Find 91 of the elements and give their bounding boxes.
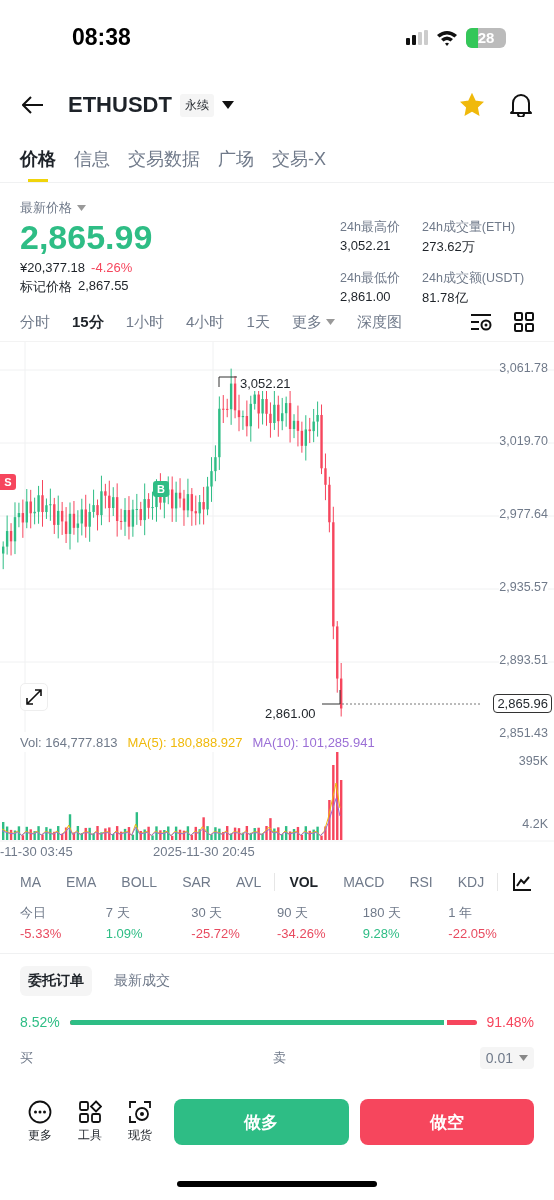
period-label: 今日 — [20, 904, 47, 922]
period-change: 9.28% — [362, 926, 401, 941]
toolbar-button[interactable]: 现货 — [128, 1100, 152, 1144]
toolbar-button[interactable]: 工具 — [78, 1100, 102, 1144]
price-change: -4.26% — [91, 260, 133, 275]
line-chart-icon[interactable] — [512, 872, 533, 892]
cny-price: ¥20,377.18 — [20, 260, 86, 275]
stat-label: 24h成交额(USDT) — [422, 270, 526, 287]
price-axis-label: 2,977.64 — [499, 507, 548, 521]
volume-axis-label: 4.2K — [522, 817, 548, 831]
period-change: -5.33% — [20, 926, 63, 941]
chart-settings-icon[interactable] — [470, 313, 492, 331]
price-axis-label: 2,935.57 — [499, 580, 548, 594]
indicator-tab[interactable]: VOL — [289, 874, 319, 890]
volume-legend-text: MA(10): 101,285.941 — [252, 734, 375, 750]
buy-ratio: 8.52% — [20, 1014, 60, 1030]
low-price-label: 2,861.00 — [264, 706, 317, 721]
interval-tab[interactable]: 4小时 — [186, 312, 225, 332]
precision-dropdown[interactable]: 0.01 — [479, 1047, 534, 1069]
volume-axis-label: 395K — [518, 754, 548, 768]
interval-tab[interactable]: 深度图 — [356, 312, 402, 332]
period-change: -22.05% — [448, 926, 498, 941]
page-tab[interactable]: 交易-X — [272, 135, 326, 182]
stat-value: 273.62万 — [422, 238, 476, 256]
status-time: 08:38 — [72, 24, 131, 51]
last-price: 2,865.99 — [20, 217, 154, 257]
period-change: -25.72% — [191, 926, 241, 941]
current-price-tag: 2,865.96 — [493, 694, 552, 713]
high-price-label: 3,052.21 — [239, 376, 292, 391]
stat-label: 24h最低价 — [340, 270, 401, 287]
stat-value: 3,052.21 — [340, 238, 392, 253]
star-icon[interactable] — [460, 93, 484, 117]
sell-column-header: 卖 — [273, 1049, 286, 1067]
period-label: 90 天 — [277, 904, 310, 922]
interval-tab[interactable]: 1小时 — [125, 312, 165, 332]
period-label: 180 天 — [362, 904, 402, 922]
indicator-tab[interactable]: MA — [20, 874, 41, 890]
wifi-icon — [436, 29, 458, 46]
time-axis-label: -11-30 03:45 — [0, 844, 73, 859]
bell-icon[interactable] — [510, 93, 532, 117]
period-label: 30 天 — [191, 904, 224, 922]
order-book-tab[interactable]: 最新成交 — [106, 966, 178, 996]
price-axis-label: 3,061.78 — [499, 361, 548, 375]
volume-legend-text: Vol: 164,777.813 — [20, 734, 118, 750]
signal-icon — [406, 29, 428, 46]
contract-badge: 永续 — [179, 93, 214, 117]
time-axis-label: 2025-11-30 20:45 — [153, 844, 255, 859]
high-leader-line — [218, 376, 238, 388]
indicator-tab[interactable]: MACD — [343, 874, 385, 890]
interval-tab[interactable]: 分时 — [20, 312, 50, 332]
page-tab[interactable]: 信息 — [74, 135, 110, 182]
volume-legend-text: MA(5): 180,888.927 — [127, 734, 243, 750]
indicator-tab[interactable]: SAR — [182, 874, 211, 890]
order-book-tab[interactable]: 委托订单 — [20, 966, 92, 996]
buy-marker: B — [153, 481, 169, 497]
battery-icon: 28 — [466, 27, 506, 48]
mark-price-label: 标记价格 — [20, 278, 72, 296]
sell-ratio: 91.48% — [486, 1014, 534, 1030]
period-change: -34.26% — [277, 926, 327, 941]
indicator-tab[interactable]: EMA — [66, 874, 97, 890]
interval-tab[interactable]: 15分 — [72, 312, 104, 332]
indicator-tab[interactable]: KDJ — [457, 874, 485, 890]
stat-label: 24h成交量(ETH) — [422, 219, 517, 236]
stat-value: 81.78亿 — [422, 289, 469, 307]
page-tab[interactable]: 价格 — [20, 135, 56, 182]
price-axis-label: 2,851.43 — [499, 726, 548, 740]
stat-value: 2,861.00 — [340, 289, 392, 304]
page-tab[interactable]: 广场 — [218, 135, 254, 182]
indicator-tab[interactable]: RSI — [409, 874, 433, 890]
caret-icon[interactable] — [221, 101, 234, 109]
grid-icon[interactable] — [514, 312, 534, 332]
interval-dropdown[interactable]: 更多 — [291, 312, 335, 332]
price-axis-label: 3,019.70 — [499, 434, 548, 448]
short-button[interactable]: 做空 — [359, 1099, 534, 1145]
long-button[interactable]: 做多 — [174, 1099, 349, 1145]
indicator-tab[interactable]: AVL — [235, 874, 262, 890]
stat-label: 24h最高价 — [340, 219, 401, 236]
price-axis-label: 2,893.51 — [499, 653, 548, 667]
symbol-title[interactable]: ETHUSDT — [68, 92, 172, 118]
indicator-tab[interactable]: BOLL — [121, 874, 158, 890]
back-arrow-icon[interactable] — [22, 96, 44, 114]
sell-marker: S — [0, 474, 16, 490]
low-leader-line — [321, 689, 341, 705]
mark-price: 2,867.55 — [78, 278, 129, 295]
period-change: 1.09% — [105, 926, 144, 941]
page-tab[interactable]: 交易数据 — [128, 135, 200, 182]
buy-column-header: 买 — [20, 1049, 33, 1067]
period-label: 1 年 — [448, 904, 474, 922]
period-label: 7 天 — [105, 904, 131, 922]
price-label[interactable]: 最新价格 — [20, 199, 72, 217]
interval-tab[interactable]: 1天 — [246, 312, 270, 332]
